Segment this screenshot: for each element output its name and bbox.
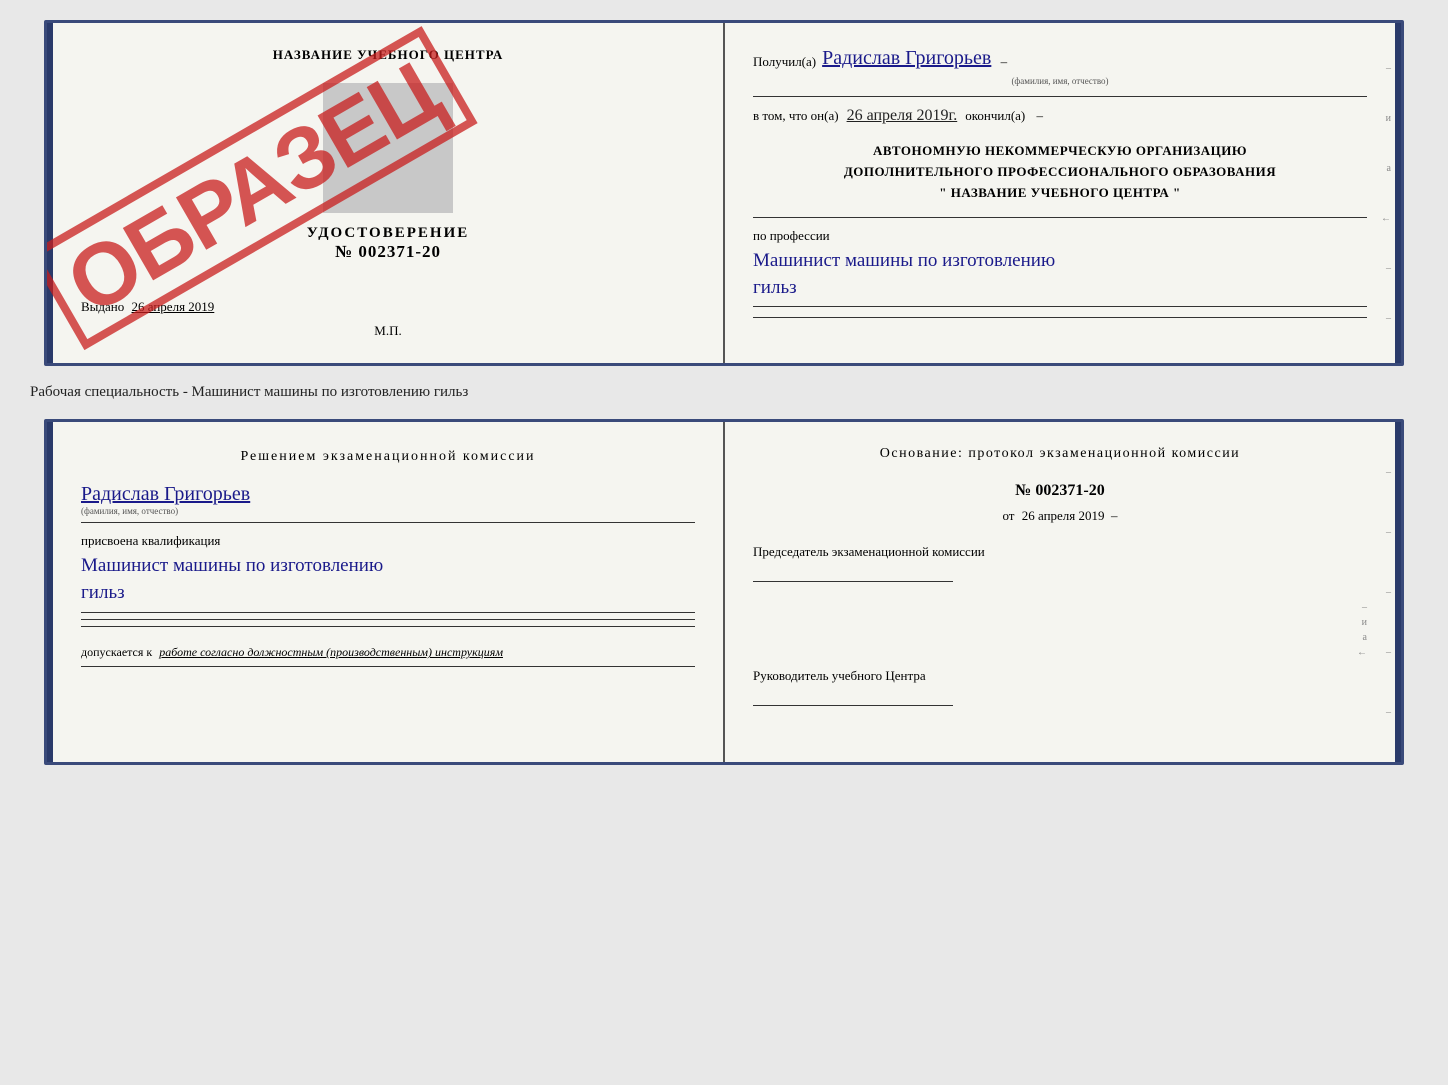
side-mark-arr: ←: [753, 647, 1367, 658]
side-tick2: и: [1381, 113, 1391, 124]
date-prefix: в том, что он(а): [753, 108, 839, 124]
allow-text: работе согласно должностным (производств…: [159, 645, 503, 659]
side-tick4: ←: [1381, 213, 1391, 224]
issued-line: Выдано 26 апреля 2019: [81, 299, 214, 315]
org-block: АВТОНОМНУЮ НЕКОММЕРЧЕСКУЮ ОРГАНИЗАЦИЮ ДО…: [753, 141, 1367, 203]
bottom-side-marks: – – – – –: [1377, 422, 1395, 762]
protocol-date: от 26 апреля 2019 –: [753, 508, 1367, 524]
profession-text2: гильз: [753, 275, 1367, 302]
chairman-signature-line: [753, 564, 953, 582]
separator2: [753, 217, 1367, 218]
side-mark-a: а: [753, 632, 1367, 643]
side-tick6: –: [1381, 313, 1391, 324]
bottom-doc-right-panel: Основание: протокол экзаменационной коми…: [725, 422, 1395, 762]
side-marks-bottom-right: – и а ←: [753, 602, 1367, 658]
bottom-sep1: [81, 522, 695, 523]
protocol-dash: –: [1108, 508, 1118, 523]
recipient-name: Радислав Григорьев: [822, 47, 991, 70]
director-signature-line: [753, 688, 953, 706]
chairman-label: Председатель экзаменационной комиссии: [753, 544, 1367, 560]
side-tick3: а: [1381, 163, 1391, 174]
org-line2: ДОПОЛНИТЕЛЬНОГО ПРОФЕССИОНАЛЬНОГО ОБРАЗО…: [753, 162, 1367, 183]
protocol-date-value: 26 апреля 2019: [1022, 508, 1105, 523]
institution-name-top: НАЗВАНИЕ УЧЕБНОГО ЦЕНТРА: [273, 47, 504, 63]
profession-text1: Машинист машины по изготовлению: [753, 248, 1367, 275]
recipient-subtitle: (фамилия, имя, отчество): [753, 76, 1367, 86]
org-line3: " НАЗВАНИЕ УЧЕБНОГО ЦЕНТРА ": [753, 183, 1367, 204]
foundation-title: Основание: протокол экзаменационной коми…: [753, 446, 1367, 462]
side-marks: – и а ← – –: [1377, 23, 1395, 363]
bottom-line2: [81, 619, 695, 620]
bottom-line1: [81, 612, 695, 613]
separator1: [753, 96, 1367, 97]
issued-label: Выдано: [81, 299, 124, 314]
completion-date: 26 апреля 2019г.: [847, 107, 958, 125]
side-mark-i2: и: [753, 617, 1367, 628]
btick3: –: [1381, 587, 1391, 598]
specialty-label: Рабочая специальность - Машинист машины …: [20, 384, 468, 401]
qualification-label: присвоена квалификация: [81, 533, 695, 549]
chairman-block: Председатель экзаменационной комиссии: [753, 544, 1367, 582]
cert-number-top: № 002371-20: [335, 242, 441, 262]
top-doc-left-panel: НАЗВАНИЕ УЧЕБНОГО ЦЕНТРА УДОСТОВЕРЕНИЕ №…: [53, 23, 725, 363]
issued-date: 26 апреля 2019: [132, 299, 215, 314]
cert-label: УДОСТОВЕРЕНИЕ: [307, 225, 470, 242]
bottom-right-spine: [1395, 422, 1401, 762]
mp-label: М.П.: [374, 323, 401, 339]
allow-block: допускается к работе согласно должностны…: [81, 645, 695, 660]
bottom-document: Решением экзаменационной комиссии Радисл…: [44, 419, 1404, 765]
commission-title: Решением экзаменационной комиссии: [81, 446, 695, 467]
separator4: [753, 317, 1367, 318]
bottom-doc-left-panel: Решением экзаменационной комиссии Радисл…: [53, 422, 725, 762]
bottom-line3: [81, 626, 695, 627]
date-line: в том, что он(а) 26 апреля 2019г. окончи…: [753, 107, 1367, 125]
bottom-name-subtitle: (фамилия, имя, отчество): [81, 506, 695, 516]
right-spine: [1395, 23, 1401, 363]
bottom-line4: [81, 666, 695, 667]
qualification-text2: гильз: [81, 580, 695, 607]
profession-label: по профессии: [753, 228, 1367, 244]
top-doc-right-panel: Получил(а) Радислав Григорьев – (фамилия…: [725, 23, 1395, 363]
top-document: НАЗВАНИЕ УЧЕБНОГО ЦЕНТРА УДОСТОВЕРЕНИЕ №…: [44, 20, 1404, 366]
allow-prefix: допускается к: [81, 645, 152, 659]
separator3: [753, 306, 1367, 307]
side-tick1: –: [1381, 63, 1391, 74]
dash2: –: [1033, 108, 1043, 124]
org-line1: АВТОНОМНУЮ НЕКОММЕРЧЕСКУЮ ОРГАНИЗАЦИЮ: [753, 141, 1367, 162]
director-label: Руководитель учебного Центра: [753, 668, 1367, 684]
btick4: –: [1381, 647, 1391, 658]
date-postfix: окончил(а): [965, 108, 1025, 124]
director-block: Руководитель учебного Центра: [753, 668, 1367, 706]
received-line: Получил(а) Радислав Григорьев –: [753, 47, 1367, 70]
side-mark-i: –: [753, 602, 1367, 613]
qualification-text1: Машинист машины по изготовлению: [81, 553, 695, 580]
received-label: Получил(а): [753, 54, 816, 70]
btick5: –: [1381, 707, 1391, 718]
side-tick5: –: [1381, 263, 1391, 274]
dash1: –: [997, 54, 1007, 70]
photo-placeholder: [323, 83, 453, 213]
btick1: –: [1381, 467, 1391, 478]
protocol-date-prefix: от: [1002, 508, 1014, 523]
bottom-recipient-name: Радислав Григорьев: [81, 483, 250, 505]
protocol-number: № 002371-20: [753, 482, 1367, 500]
btick2: –: [1381, 527, 1391, 538]
